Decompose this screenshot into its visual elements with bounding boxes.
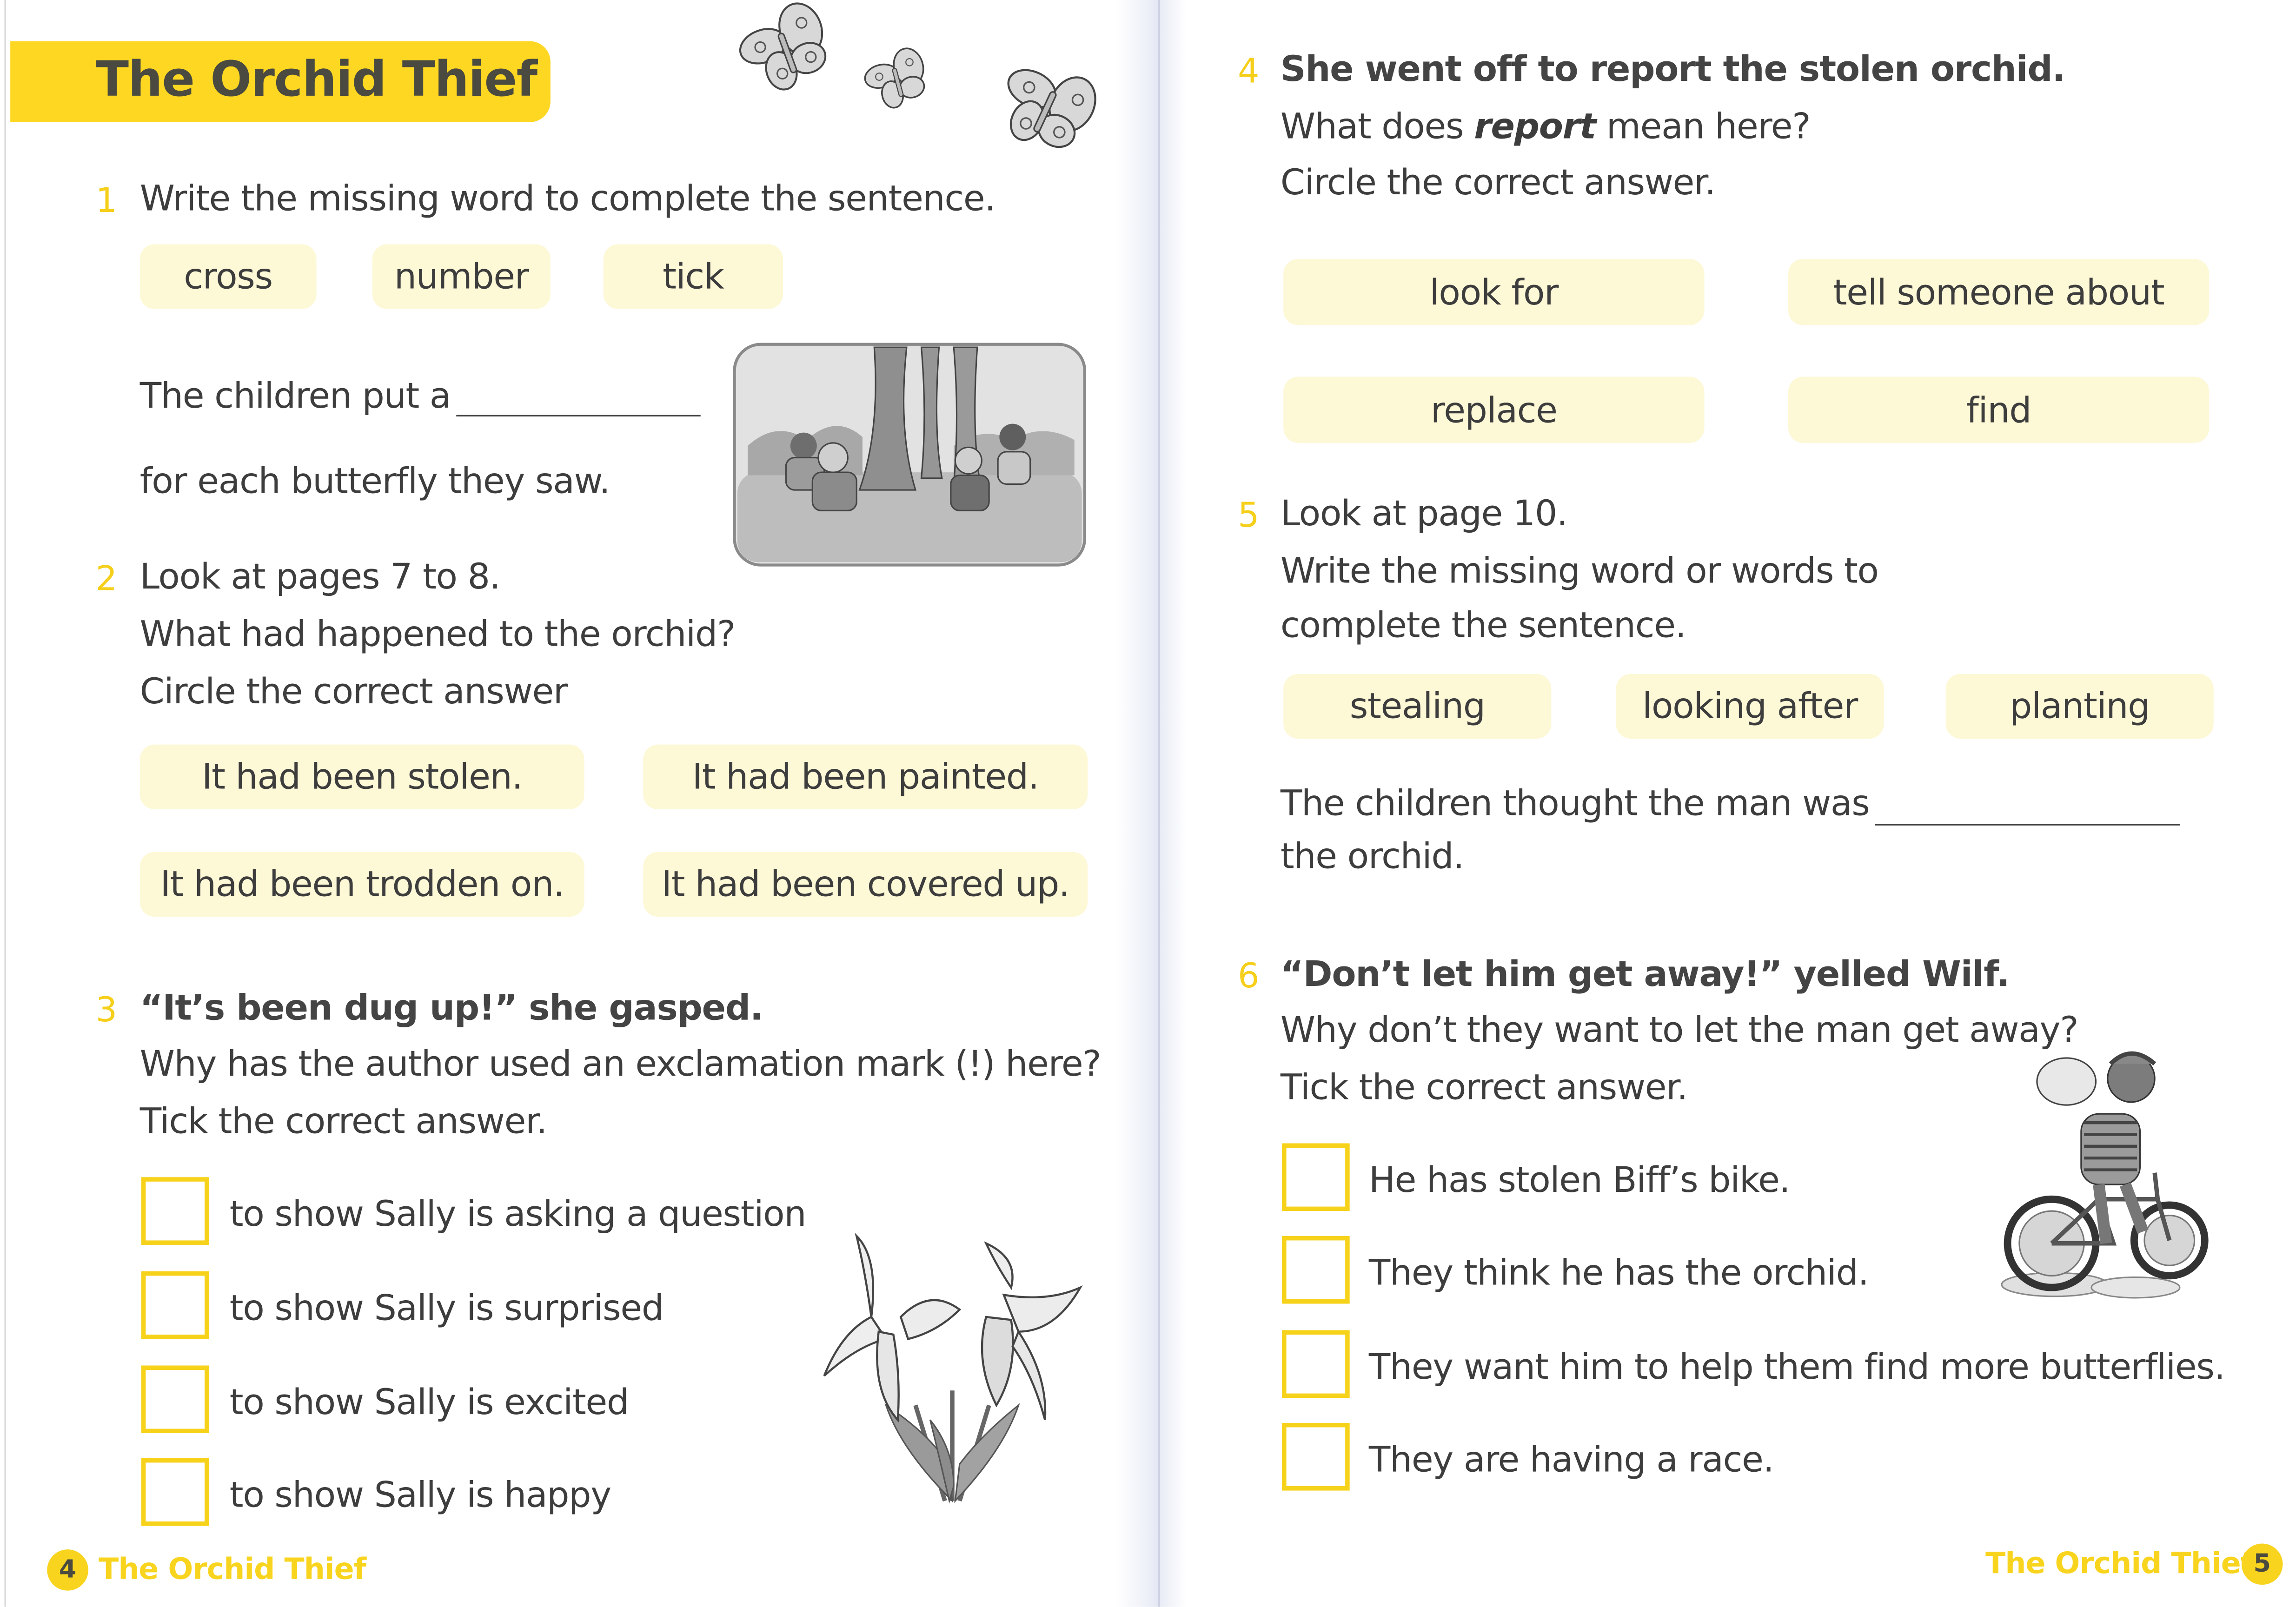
q3-checkbox[interactable] (141, 1271, 209, 1339)
q6-checkbox[interactable] (1282, 1236, 1350, 1304)
butterflies-illustration (739, 2, 1096, 148)
q1-sentence-part1: The children put a (139, 375, 451, 417)
q2-line2: What had happened to the orchid? (139, 613, 736, 655)
question-number: 5 (1238, 497, 1260, 536)
q2-option[interactable]: It had been trodden on. (139, 852, 584, 917)
q3-checkbox[interactable] (141, 1365, 209, 1434)
page-number-badge: 4 (47, 1549, 88, 1591)
q6-option-label: They want him to help them find more but… (1368, 1346, 2225, 1388)
q6-checkbox[interactable] (1282, 1422, 1350, 1491)
q5-line2: Write the missing word or words to (1280, 550, 1879, 592)
page-title: The Orchid Thief (95, 50, 538, 108)
question-number: 4 (1238, 53, 1260, 92)
q6-checkbox[interactable] (1282, 1143, 1350, 1211)
q4-line3: Circle the correct answer. (1280, 162, 1716, 203)
q4-line2: What does report mean here? (1280, 106, 1811, 147)
question-number: 2 (95, 561, 118, 599)
question-number: 1 (95, 182, 118, 221)
q5-sentence-part2: the orchid. (1280, 835, 1465, 877)
q3-checkbox[interactable] (141, 1177, 209, 1245)
page-number-badge: 5 (2241, 1543, 2283, 1585)
orchid-flower-illustration (823, 1232, 1083, 1504)
q6-option-label: He has stolen Biff’s bike. (1368, 1159, 1791, 1201)
q6-quote: “Don’t let him get away!” yelled Wilf. (1280, 953, 2010, 995)
q1-prompt: Write the missing word to complete the s… (139, 178, 996, 219)
q5-line1: Look at page 10. (1280, 493, 1568, 535)
q1-option[interactable]: tick (603, 244, 783, 309)
q5-option[interactable]: planting (1945, 674, 2214, 739)
q3-line3: Tick the correct answer. (139, 1100, 548, 1142)
q5-line3: complete the sentence. (1280, 604, 1686, 646)
q3-checkbox[interactable] (141, 1458, 209, 1526)
q5-answer-blank[interactable] (1875, 824, 2180, 826)
question-number: 3 (95, 992, 118, 1030)
q4-line2-after: mean here? (1606, 106, 1811, 147)
q4-quote: She went off to report the stolen orchid… (1280, 48, 2065, 90)
q3-quote: “It’s been dug up!” she gasped. (139, 987, 763, 1029)
q1-option[interactable]: cross (139, 244, 317, 309)
q4-emphasis-word: report (1474, 106, 1596, 147)
q2-line3: Circle the correct answer (139, 671, 568, 713)
q3-option-label: to show Sally is happy (229, 1474, 611, 1516)
q2-option[interactable]: It had been covered up. (643, 852, 1088, 917)
question-number: 6 (1238, 958, 1260, 996)
butterfly-icon (1007, 69, 1096, 148)
q2-option[interactable]: It had been stolen. (139, 744, 584, 809)
q3-option-label: to show Sally is asking a question (229, 1193, 807, 1235)
q5-option[interactable]: stealing (1283, 674, 1552, 739)
footer-title: The Orchid Thief (1985, 1545, 2253, 1581)
q6-line3: Tick the correct answer. (1280, 1066, 1688, 1108)
q4-option[interactable]: look for (1283, 259, 1705, 325)
q6-option-label: They are having a race. (1368, 1439, 1774, 1481)
q4-option[interactable]: tell someone about (1788, 259, 2210, 325)
q4-option[interactable]: replace (1283, 377, 1705, 443)
q3-line2: Why has the author used an exclamation m… (139, 1043, 1102, 1085)
page-edge (4, 0, 6, 1607)
q3-option-label: to show Sally is surprised (229, 1287, 664, 1329)
q5-option[interactable]: looking after (1616, 674, 1884, 739)
q4-option[interactable]: find (1788, 377, 2210, 443)
workbook-spread: The Orchid Thief 1 Write the missing wor… (0, 0, 2296, 1607)
cyclist-illustration (2001, 1051, 2209, 1299)
right-page: 4 She went off to report the stolen orch… (1157, 0, 2296, 1607)
q2-line1: Look at pages 7 to 8. (139, 556, 501, 598)
title-banner: The Orchid Thief (10, 41, 551, 122)
q1-answer-blank[interactable] (456, 415, 701, 417)
q4-line2-before: What does (1280, 106, 1464, 147)
q2-option[interactable]: It had been painted. (643, 744, 1088, 809)
q1-option[interactable]: number (372, 244, 551, 309)
q6-checkbox[interactable] (1282, 1330, 1350, 1398)
butterfly-icon (864, 47, 925, 109)
q6-option-label: They think he has the orchid. (1368, 1252, 1869, 1294)
butterfly-icon (739, 2, 827, 91)
q3-option-label: to show Sally is excited (229, 1382, 629, 1423)
footer-title: The Orchid Thief (99, 1551, 366, 1587)
children-under-tree-illustration (733, 343, 1087, 567)
left-page: The Orchid Thief 1 Write the missing wor… (0, 0, 1157, 1607)
q6-line2: Why don’t they want to let the man get a… (1280, 1009, 2079, 1051)
q5-sentence-part1: The children thought the man was (1280, 782, 1870, 824)
q1-sentence-part2: for each butterfly they saw. (139, 460, 610, 502)
